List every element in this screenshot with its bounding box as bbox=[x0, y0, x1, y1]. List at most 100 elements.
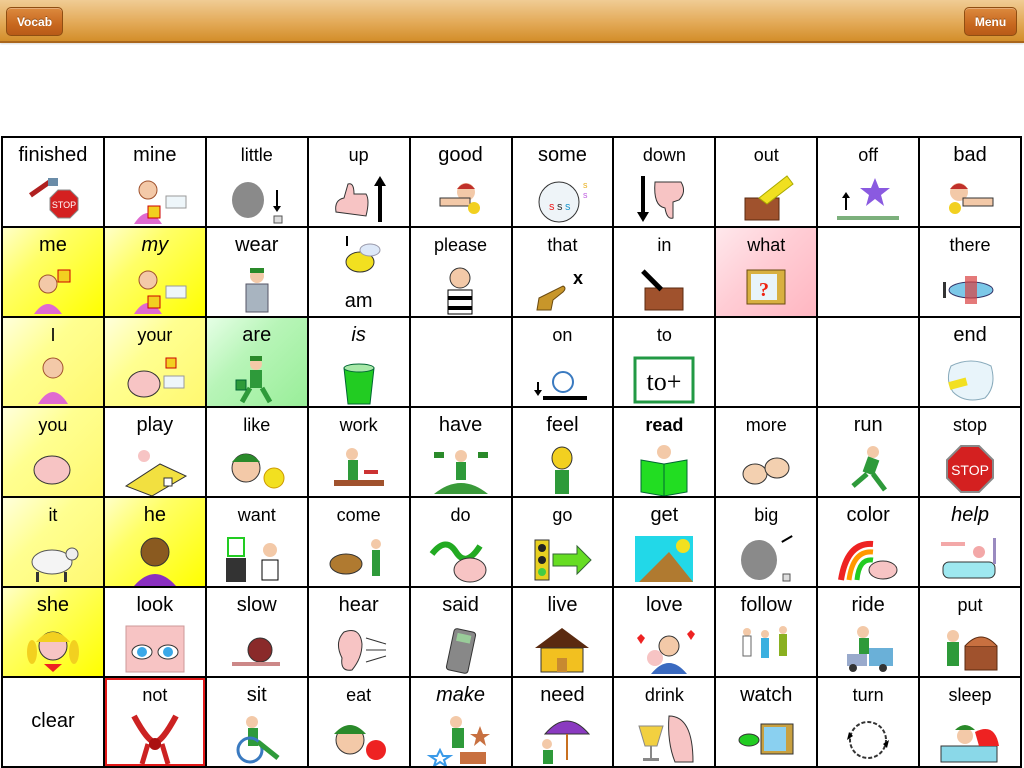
vocab-button-love[interactable]: love bbox=[614, 588, 717, 678]
button-label: sleep bbox=[948, 685, 992, 705]
vocab-button-finished[interactable]: finished STOP bbox=[3, 138, 105, 228]
button-label: good bbox=[438, 144, 483, 166]
vocab-button-play[interactable]: play bbox=[104, 408, 207, 498]
vocab-button-wear[interactable]: wear bbox=[206, 228, 309, 318]
vocab-button-help[interactable]: help bbox=[920, 498, 1022, 588]
pointing-fist-gift-icon bbox=[120, 352, 190, 406]
vocab-button-good[interactable]: good bbox=[410, 138, 513, 228]
little-elephant-icon bbox=[222, 172, 292, 226]
vocab-button-in[interactable]: in bbox=[614, 228, 717, 318]
vocab-button-i[interactable]: I bbox=[3, 318, 105, 408]
button-label: mine bbox=[133, 144, 177, 166]
vocab-button-read[interactable]: read bbox=[614, 408, 717, 498]
reading-book-icon bbox=[629, 442, 699, 496]
worker-apple-icon bbox=[324, 712, 394, 766]
vocab-button-not[interactable]: not bbox=[104, 678, 207, 768]
some-circle-icon: sssss bbox=[527, 172, 597, 226]
vocab-button-slow[interactable]: slow bbox=[206, 588, 309, 678]
svg-text:x: x bbox=[573, 268, 583, 288]
vocab-button-feel[interactable]: feel bbox=[512, 408, 615, 498]
vocab-button-please[interactable]: please bbox=[410, 228, 513, 318]
vocab-button-bad[interactable]: bad bbox=[920, 138, 1022, 228]
vocab-button-need[interactable]: need bbox=[512, 678, 615, 768]
vocab-button-live[interactable]: live bbox=[512, 588, 615, 678]
vocab-button-off[interactable]: off bbox=[818, 138, 921, 228]
vocab-button-make[interactable]: make bbox=[410, 678, 513, 768]
vocab-button[interactable]: Vocab bbox=[6, 7, 63, 36]
vocab-button-hear[interactable]: hear bbox=[308, 588, 411, 678]
button-label: clear bbox=[31, 710, 75, 732]
vocab-button-look[interactable]: look bbox=[104, 588, 207, 678]
vocab-button-up[interactable]: up bbox=[308, 138, 411, 228]
vocab-button-drink[interactable]: drink bbox=[614, 678, 717, 768]
vocab-button-turn[interactable]: turn bbox=[818, 678, 921, 768]
bathtub-help-icon bbox=[935, 532, 1005, 586]
vocab-button-mine[interactable]: mine bbox=[104, 138, 207, 228]
svg-text:s: s bbox=[583, 190, 588, 200]
button-label: have bbox=[438, 414, 483, 436]
vocab-button-work[interactable]: work bbox=[308, 408, 411, 498]
vocab-button-big[interactable]: big bbox=[716, 498, 819, 588]
vocab-button-clear[interactable]: clear bbox=[3, 678, 105, 768]
hand-scribble-icon bbox=[426, 532, 496, 586]
vocab-button-ride[interactable]: ride bbox=[818, 588, 921, 678]
vocab-button-go[interactable]: go bbox=[512, 498, 615, 588]
worker-stars-icon bbox=[426, 712, 496, 766]
vocab-button-do[interactable]: do bbox=[410, 498, 513, 588]
menu-button[interactable]: Menu bbox=[964, 7, 1017, 36]
vocab-button-to[interactable]: to to+ bbox=[614, 318, 717, 408]
vocab-button-are[interactable]: are bbox=[206, 318, 309, 408]
vocab-button-little[interactable]: little bbox=[206, 138, 309, 228]
button-label: some bbox=[537, 144, 587, 166]
vocab-button-my[interactable]: my bbox=[104, 228, 207, 318]
button-label: please bbox=[434, 235, 488, 255]
vocab-button-stop[interactable]: stop STOP bbox=[920, 408, 1022, 498]
vocab-button-end[interactable]: end bbox=[920, 318, 1022, 408]
vocab-button-he[interactable]: he bbox=[104, 498, 207, 588]
vocab-button-what[interactable]: what? bbox=[716, 228, 819, 318]
vocab-button-watch[interactable]: watch bbox=[716, 678, 819, 768]
vocab-button-it[interactable]: it bbox=[3, 498, 105, 588]
wheelchair-on-icon bbox=[527, 352, 597, 406]
vocab-button-said[interactable]: said bbox=[410, 588, 513, 678]
vocab-button-get[interactable]: get bbox=[614, 498, 717, 588]
vocab-button-she[interactable]: she bbox=[3, 588, 105, 678]
girl-gift-tag-icon bbox=[120, 262, 190, 316]
worker-chest-icon bbox=[935, 622, 1005, 676]
vocab-button-have[interactable]: have bbox=[410, 408, 513, 498]
vocab-button-down[interactable]: down bbox=[614, 138, 717, 228]
vocab-button-like[interactable]: like bbox=[206, 408, 309, 498]
ear-icon bbox=[324, 622, 394, 676]
vocab-button-sit[interactable]: sit bbox=[206, 678, 309, 768]
vocab-button-is[interactable]: is bbox=[308, 318, 411, 408]
balloon-star-icon bbox=[833, 172, 903, 226]
button-label: do bbox=[450, 505, 471, 525]
vocab-button-you[interactable]: you bbox=[3, 408, 105, 498]
message-window[interactable] bbox=[0, 45, 1024, 136]
button-label: my bbox=[141, 234, 169, 256]
button-label: he bbox=[143, 504, 166, 526]
bee-icon bbox=[324, 234, 394, 288]
vocab-button-am[interactable]: am bbox=[308, 228, 411, 318]
worker-truck-icon bbox=[833, 622, 903, 676]
vocab-button-follow[interactable]: follow bbox=[716, 588, 819, 678]
vocab-button-there[interactable]: there bbox=[920, 228, 1022, 318]
vocab-button-come[interactable]: come bbox=[308, 498, 411, 588]
vocab-button-want[interactable]: want bbox=[206, 498, 309, 588]
vocab-button-sleep[interactable]: sleep bbox=[920, 678, 1022, 768]
rainbow-marker-icon bbox=[833, 532, 903, 586]
vocab-button-color[interactable]: color bbox=[818, 498, 921, 588]
vocab-button-more[interactable]: more bbox=[716, 408, 819, 498]
vocab-button-run[interactable]: run bbox=[818, 408, 921, 498]
vocab-button-on[interactable]: on bbox=[512, 318, 615, 408]
boy-thumbs-up-icon bbox=[426, 172, 496, 226]
vocab-button-out[interactable]: out bbox=[716, 138, 819, 228]
button-label: like bbox=[243, 415, 271, 435]
vocab-button-that[interactable]: that x bbox=[512, 228, 615, 318]
vocab-button-eat[interactable]: eat bbox=[308, 678, 411, 768]
svg-text:STOP: STOP bbox=[52, 200, 76, 210]
vocab-button-me[interactable]: me bbox=[3, 228, 105, 318]
vocab-button-your[interactable]: your bbox=[104, 318, 207, 408]
vocab-button-put[interactable]: put bbox=[920, 588, 1022, 678]
vocab-button-some[interactable]: some s s s s s bbox=[512, 138, 615, 228]
